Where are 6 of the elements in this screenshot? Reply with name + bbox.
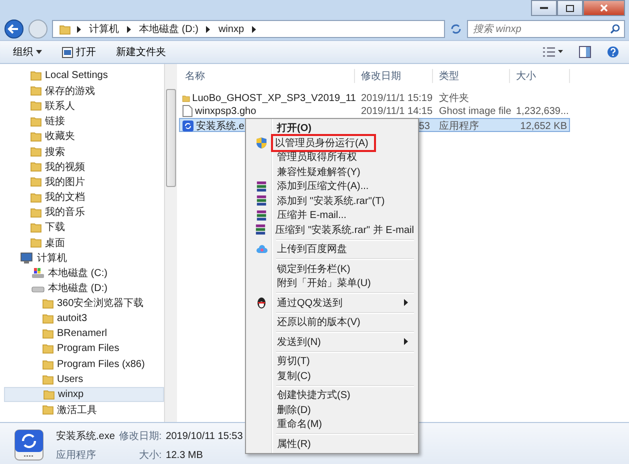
file-type: 应用程序 (56, 448, 97, 462)
file-name: 安装系统.exe (56, 430, 115, 442)
date-label: 修改日期: (118, 430, 162, 442)
size-value: 12.3 MB (166, 450, 204, 460)
size-label: 大小: (138, 448, 162, 462)
date-value: 2019/10/11 15:53 (166, 430, 243, 442)
